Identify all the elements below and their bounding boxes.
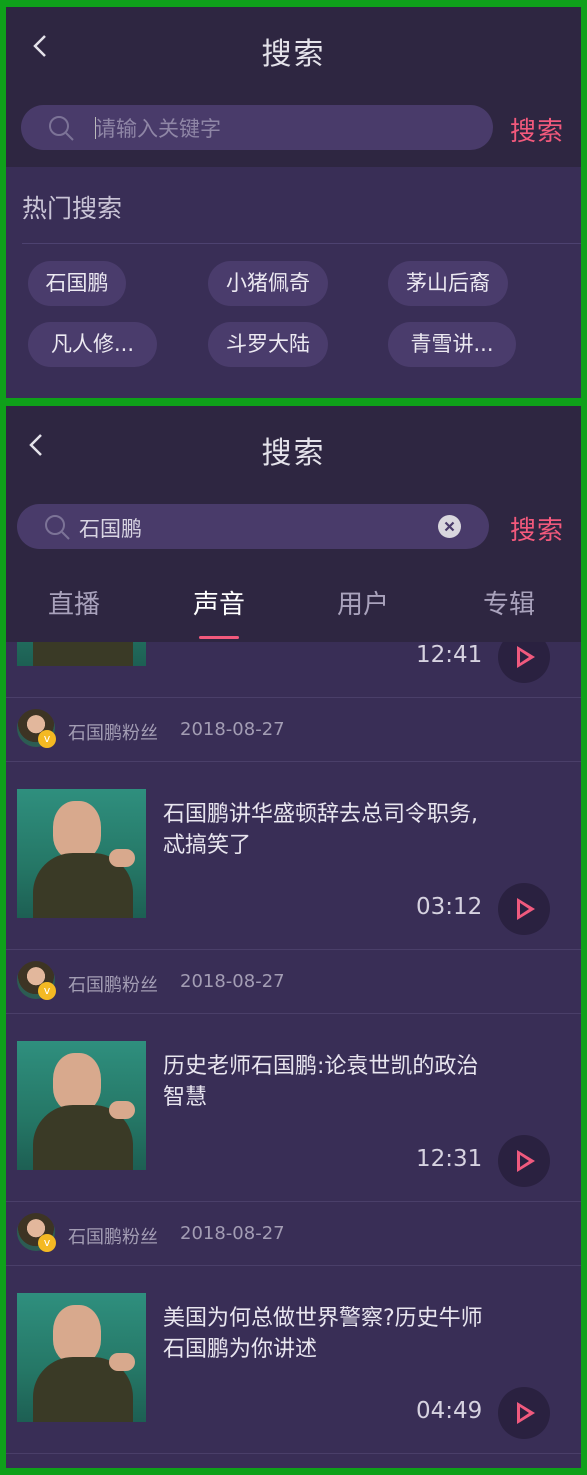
- list-item[interactable]: v 石国鹏粉丝 2018-08-27 历史老师石国鹏:论袁世凯的政治 智慧 12…: [6, 950, 581, 1202]
- tab-user[interactable]: 用户: [313, 584, 413, 621]
- header: 搜索: [6, 406, 581, 488]
- search-input[interactable]: [93, 110, 457, 147]
- play-icon: [517, 1150, 535, 1172]
- tab-sound[interactable]: 声音: [169, 584, 269, 621]
- item-title[interactable]: 历史老师石国鹏:论袁世凯的政治 智慧: [163, 1051, 563, 1113]
- duration: 12:31: [416, 1146, 483, 1172]
- play-icon: [517, 646, 535, 668]
- search-icon: [45, 515, 70, 540]
- play-icon: [517, 1402, 535, 1424]
- thumbnail[interactable]: [17, 1293, 146, 1422]
- title-line: 石国鹏讲华盛顿辞去总司令职务,: [163, 802, 478, 827]
- hot-tag[interactable]: 石国鹏: [28, 261, 126, 306]
- play-button[interactable]: [498, 1387, 550, 1439]
- clear-icon[interactable]: [438, 515, 461, 538]
- search-button[interactable]: 搜索: [510, 510, 564, 547]
- page-title: 搜索: [261, 37, 326, 72]
- hot-tag[interactable]: 小猪佩奇: [208, 261, 328, 306]
- duration: 12:41: [416, 642, 483, 668]
- title-line: 历史老师石国鹏:论袁世凯的政治: [163, 1054, 479, 1079]
- divider: [6, 1453, 581, 1454]
- divider: [22, 243, 581, 244]
- thumbnail[interactable]: [17, 1041, 146, 1170]
- page-title: 搜索: [261, 436, 326, 471]
- play-button[interactable]: [498, 642, 550, 683]
- author-row: v 石国鹏粉丝 2018-08-27: [6, 698, 581, 760]
- play-icon: [517, 898, 535, 920]
- search-screen-empty: 搜索 搜索 热门搜索 石国鹏 小猪佩奇 茅山后裔 凡人修... 斗罗大陆 青雪讲…: [6, 7, 581, 398]
- duration: 03:12: [416, 894, 483, 920]
- search-bar: 搜索: [6, 89, 581, 167]
- post-date: 2018-08-27: [180, 719, 285, 740]
- divider: [6, 761, 581, 762]
- verified-badge-icon: v: [38, 1234, 56, 1252]
- duration: 04:49: [416, 1398, 483, 1424]
- list-item[interactable]: v 石国鹏粉丝 2018-08-27 石国鹏讲华盛顿辞去总司令职务, 忒搞笑了 …: [6, 698, 581, 950]
- author-row: v 石国鹏粉丝 2018-08-27: [6, 1202, 581, 1264]
- search-screen-results: 搜索 搜索 直播 声音 用户 专辑: [6, 406, 581, 1468]
- play-button[interactable]: [498, 883, 550, 935]
- title-line: 石国鹏为你讲述: [163, 1337, 318, 1362]
- item-title[interactable]: 美国为何总做世界警察?历史牛师 石国鹏为你讲述: [163, 1303, 563, 1365]
- hot-tag[interactable]: 青雪讲...: [388, 322, 516, 367]
- thumbnail[interactable]: [17, 789, 146, 918]
- search-bar: 搜索: [6, 488, 581, 566]
- list-item[interactable]: v 石国鹏粉丝 2018-08-27 美国为何总做世界警察?历史牛师 石国鹏为你…: [6, 1202, 581, 1454]
- play-button[interactable]: [498, 1135, 550, 1187]
- author-name[interactable]: 石国鹏粉丝: [68, 1223, 158, 1249]
- divider: [6, 1013, 581, 1014]
- hot-search-title: 热门搜索: [22, 194, 123, 223]
- verified-badge-icon: v: [38, 982, 56, 1000]
- header: 搜索: [6, 7, 581, 89]
- title-line: 智慧: [163, 1085, 208, 1110]
- tab-live[interactable]: 直播: [24, 584, 124, 621]
- title-line: 忒搞笑了: [163, 833, 252, 858]
- tab-album[interactable]: 专辑: [459, 584, 559, 621]
- search-box[interactable]: [17, 504, 489, 549]
- post-date: 2018-08-27: [180, 1223, 285, 1244]
- hot-tag[interactable]: 茅山后裔: [388, 261, 508, 306]
- post-date: 2018-08-27: [180, 971, 285, 992]
- verified-badge-icon: v: [38, 730, 56, 748]
- active-tab-indicator: [199, 636, 239, 639]
- item-title[interactable]: 石国鹏讲华盛顿辞去总司令职务, 忒搞笑了: [163, 799, 563, 861]
- divider: [6, 1265, 581, 1266]
- search-icon: [49, 116, 74, 141]
- search-input[interactable]: [77, 509, 441, 546]
- search-box[interactable]: [21, 105, 493, 150]
- result-list: 12:41 v 石国鹏粉丝 2018-08-27 石国鹏讲华盛顿辞去总司令职务,…: [6, 642, 581, 1468]
- result-tabs: 直播 声音 用户 专辑: [6, 566, 581, 642]
- hot-tag[interactable]: 斗罗大陆: [208, 322, 328, 367]
- search-button[interactable]: 搜索: [510, 111, 564, 148]
- author-name[interactable]: 石国鹏粉丝: [68, 719, 158, 745]
- author-row: v 石国鹏粉丝 2018-08-27: [6, 950, 581, 1012]
- author-name[interactable]: 石国鹏粉丝: [68, 971, 158, 997]
- title-line: 美国为何总做世界警察?历史牛师: [163, 1306, 483, 1331]
- hot-tag[interactable]: 凡人修...: [28, 322, 157, 367]
- thumbnail: [17, 642, 146, 666]
